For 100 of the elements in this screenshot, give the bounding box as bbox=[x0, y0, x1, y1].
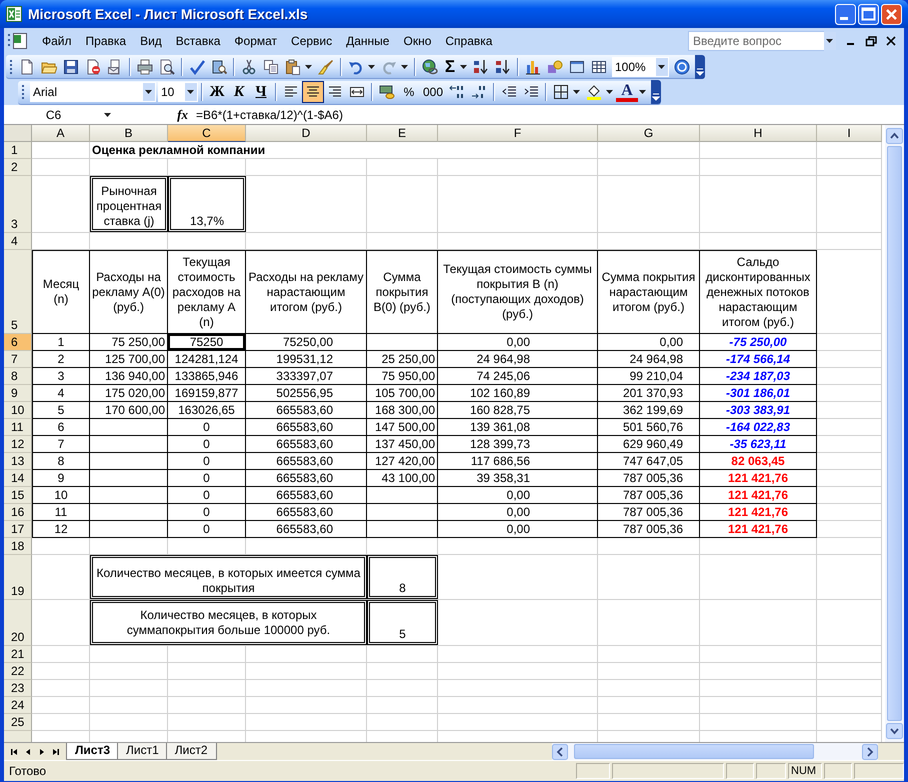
next-sheet-icon[interactable] bbox=[38, 746, 46, 756]
workbook-icon[interactable] bbox=[8, 32, 28, 50]
last-sheet-icon[interactable] bbox=[52, 746, 60, 756]
first-sheet-icon[interactable] bbox=[10, 746, 18, 756]
scroll-thumb[interactable] bbox=[887, 146, 902, 721]
table-cell: 199531,12 bbox=[246, 351, 367, 368]
row-header[interactable]: 8 bbox=[4, 368, 32, 385]
horizontal-scrollbar[interactable] bbox=[552, 743, 878, 760]
row-header[interactable]: 1 bbox=[4, 142, 32, 159]
column-header[interactable]: A bbox=[32, 125, 90, 142]
sheet-tab[interactable]: Лист3 bbox=[66, 743, 120, 760]
align-center-icon[interactable] bbox=[302, 81, 324, 103]
row-header[interactable]: 21 bbox=[4, 646, 32, 663]
menu-item[interactable]: Формат bbox=[228, 31, 284, 51]
caret-icon[interactable] bbox=[368, 64, 375, 68]
row-header[interactable]: 13 bbox=[4, 453, 32, 470]
row-header[interactable]: 9 bbox=[4, 385, 32, 402]
row-header[interactable]: 19 bbox=[4, 555, 32, 600]
maximize-button[interactable] bbox=[858, 4, 879, 24]
sum-button[interactable]: Σ bbox=[441, 56, 459, 78]
toolbar-grip-icon[interactable] bbox=[10, 58, 13, 74]
label-cell: Количество месяцев, в которых имеется сумма покрытия bbox=[90, 555, 367, 599]
row-header[interactable]: 11 bbox=[4, 419, 32, 436]
row-header[interactable]: 25 bbox=[4, 714, 32, 731]
caret-icon[interactable] bbox=[186, 90, 194, 94]
row-header[interactable]: 17 bbox=[4, 521, 32, 538]
column-heading: Текущая стоимость расходов на рекламу А (n) bbox=[168, 250, 246, 334]
caret-icon[interactable] bbox=[573, 90, 580, 94]
caret-icon[interactable] bbox=[305, 64, 312, 68]
restore-workbook-icon[interactable] bbox=[864, 34, 878, 48]
menu-item[interactable]: Вид bbox=[134, 31, 168, 51]
row-header[interactable]: 7 bbox=[4, 351, 32, 368]
row-header[interactable]: 22 bbox=[4, 663, 32, 680]
caret-icon[interactable] bbox=[104, 112, 111, 116]
caret-icon[interactable] bbox=[460, 64, 467, 68]
caret-icon[interactable] bbox=[826, 39, 832, 43]
vertical-scrollbar[interactable] bbox=[885, 125, 904, 742]
insert-function-button[interactable]: fx bbox=[154, 106, 194, 122]
row-header[interactable]: 6 bbox=[4, 334, 32, 351]
close-workbook-icon[interactable] bbox=[884, 34, 898, 48]
toolbar-options-icon[interactable] bbox=[695, 54, 705, 78]
value-cell: 5 bbox=[367, 600, 438, 645]
caret-icon[interactable] bbox=[639, 90, 646, 94]
scroll-thumb[interactable] bbox=[574, 744, 814, 759]
toolbar-grip-icon[interactable] bbox=[22, 84, 25, 100]
scroll-left-icon[interactable] bbox=[552, 744, 568, 760]
table-cell: 8 bbox=[32, 453, 90, 470]
caret-icon[interactable] bbox=[144, 90, 152, 94]
thousands-separator-button[interactable]: 000 bbox=[420, 81, 446, 103]
minimize-button[interactable] bbox=[835, 4, 856, 24]
menu-item[interactable]: Вставка bbox=[170, 31, 226, 51]
column-header[interactable]: G bbox=[598, 125, 700, 142]
caret-icon[interactable] bbox=[658, 64, 664, 68]
row-header[interactable]: 2 bbox=[4, 159, 32, 176]
row-header[interactable]: 12 bbox=[4, 436, 32, 453]
column-header[interactable]: F bbox=[438, 125, 598, 142]
underline-button[interactable]: Ч bbox=[250, 81, 272, 103]
caret-icon[interactable] bbox=[606, 90, 614, 94]
menu-item[interactable]: Файл bbox=[36, 31, 78, 51]
column-header[interactable]: D bbox=[246, 125, 367, 142]
close-button[interactable] bbox=[881, 4, 902, 24]
row-header[interactable]: 24 bbox=[4, 697, 32, 714]
column-header[interactable]: B bbox=[90, 125, 168, 142]
caret-icon[interactable] bbox=[401, 64, 408, 68]
sheet-tab[interactable]: Лист2 bbox=[166, 743, 217, 760]
help-search-field[interactable]: Введите вопрос bbox=[688, 31, 824, 51]
font-dropdown[interactable]: Arial bbox=[30, 82, 156, 102]
row-header[interactable]: 10 bbox=[4, 402, 32, 419]
scroll-up-icon[interactable] bbox=[886, 128, 903, 144]
font-size-dropdown[interactable]: 10 bbox=[158, 82, 198, 102]
menu-item[interactable]: Справка bbox=[439, 31, 498, 51]
menu-item[interactable]: Правка bbox=[80, 31, 132, 51]
row-header[interactable]: 20 bbox=[4, 600, 32, 646]
scroll-right-icon[interactable] bbox=[862, 744, 878, 760]
toolbar-options-icon[interactable] bbox=[651, 80, 662, 104]
scroll-down-icon[interactable] bbox=[886, 723, 903, 739]
column-header[interactable]: I bbox=[817, 125, 882, 142]
previous-sheet-icon[interactable] bbox=[24, 746, 32, 756]
row-header[interactable]: 3 bbox=[4, 176, 32, 233]
row-header[interactable]: 5 bbox=[4, 250, 32, 334]
row-header[interactable]: 15 bbox=[4, 487, 32, 504]
row-header[interactable]: 14 bbox=[4, 470, 32, 487]
bold-button[interactable]: Ж bbox=[206, 81, 228, 103]
menu-item[interactable]: Сервис bbox=[285, 31, 338, 51]
row-header[interactable]: 16 bbox=[4, 504, 32, 521]
sheet-tab[interactable]: Лист1 bbox=[117, 743, 168, 760]
row-header[interactable]: 23 bbox=[4, 680, 32, 697]
zoom-dropdown[interactable]: 100% bbox=[612, 56, 669, 76]
percent-button[interactable]: % bbox=[398, 81, 420, 103]
column-header[interactable]: C bbox=[168, 125, 246, 142]
menu-item[interactable]: Данные bbox=[340, 31, 396, 51]
column-header[interactable]: H bbox=[700, 125, 817, 142]
formula-field[interactable]: =B6*(1+ставка/12)^(1-$A6) bbox=[194, 108, 343, 122]
name-box[interactable]: C6 bbox=[4, 108, 122, 122]
row-header[interactable]: 4 bbox=[4, 233, 32, 250]
help-dropdown-button[interactable] bbox=[824, 32, 836, 50]
italic-button[interactable]: К bbox=[228, 81, 250, 103]
column-header[interactable]: E bbox=[367, 125, 438, 142]
menu-item[interactable]: Окно bbox=[397, 31, 438, 51]
row-header[interactable]: 18 bbox=[4, 538, 32, 555]
